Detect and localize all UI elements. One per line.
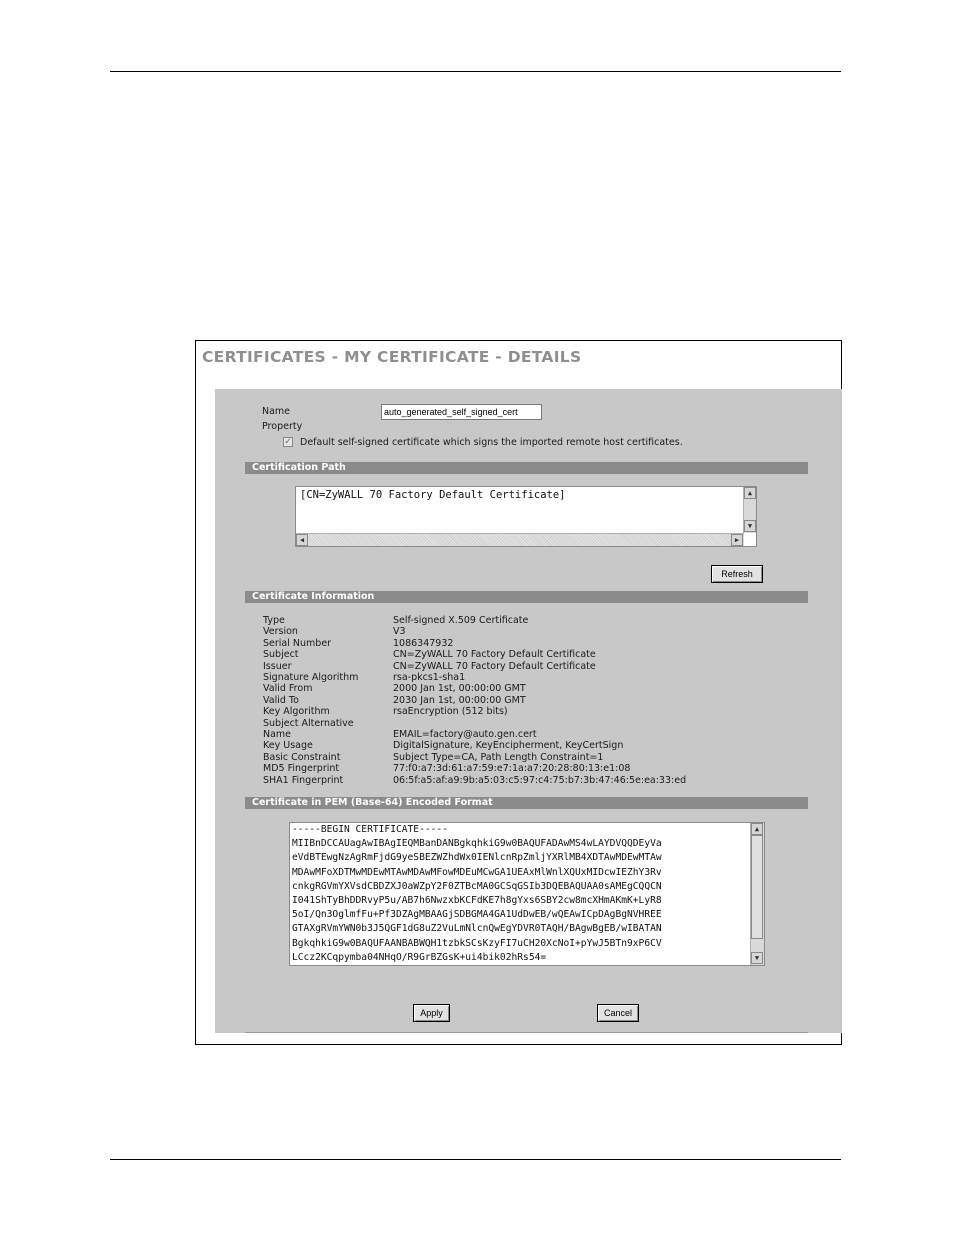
pem-line: LCcz2KCqpymba04NHqO/R9GrBZGsK+ui4bik02hR…: [292, 951, 547, 963]
info-key: SHA1 Fingerprint: [263, 774, 344, 786]
scroll-up-icon[interactable]: ▲: [744, 487, 756, 499]
pem-line: BgkqhkiG9w0BAQUFAANBABWQH1tzbkSCsKzyFI7u…: [292, 937, 662, 949]
pem-line: -----BEGIN CERTIFICATE-----: [292, 824, 448, 835]
info-row: Key Algorithm rsaEncryption (512 bits): [263, 706, 823, 718]
scroll-down-icon[interactable]: ▼: [751, 952, 763, 964]
name-field[interactable]: auto_generated_self_signed_cert: [381, 404, 542, 420]
path-vertical-scrollbar[interactable]: ▲ ▼: [743, 487, 756, 533]
scroll-right-icon[interactable]: ▶: [731, 534, 743, 546]
info-value: rsaEncryption (512 bits): [393, 706, 508, 718]
certification-path-list[interactable]: [CN=ZyWALL 70 Factory Default Certificat…: [295, 486, 757, 547]
pem-content: -----BEGIN CERTIFICATE----- MIIBnDCCAUagA…: [292, 823, 748, 965]
property-label: Property: [262, 421, 303, 432]
info-value: CN=ZyWALL 70 Factory Default Certificate: [393, 649, 596, 661]
scroll-up-icon[interactable]: ▲: [751, 823, 763, 835]
pem-line: MIIBnDCCAUagAwIBAgIEQMBanDANBgkqhkiG9w0B…: [292, 838, 662, 850]
certification-path-header: Certification Path: [245, 462, 808, 474]
info-key: Type: [263, 615, 285, 626]
info-row: Version V3: [263, 626, 823, 638]
info-row: Subject CN=ZyWALL 70 Factory Default Cert…: [263, 649, 823, 661]
page-title: CERTIFICATES - MY CERTIFICATE - DETAILS: [202, 348, 582, 366]
pem-textarea[interactable]: -----BEGIN CERTIFICATE----- MIIBnDCCAUagA…: [289, 822, 765, 966]
info-key: MD5 Fingerprint: [263, 763, 340, 775]
screenshot-frame: CERTIFICATES - MY CERTIFICATE - DETAILS …: [195, 340, 842, 1045]
certification-path-entry: [CN=ZyWALL 70 Factory Default Certificat…: [300, 489, 566, 501]
info-key: Subject Alternative: [263, 717, 354, 729]
info-value: Self-signed X.509 Certificate: [393, 615, 529, 626]
header-rule: [110, 71, 841, 72]
info-row: MD5 Fingerprint 77:f0:a7:3d:61:a7:59:e7:1…: [263, 763, 823, 775]
certificate-information-header: Certificate Information: [245, 591, 808, 603]
info-row: SHA1 Fingerprint 06:5f:a5:af:a9:9b:a5:03:…: [263, 775, 823, 787]
action-divider: [245, 1032, 808, 1033]
footer-rule: [110, 1159, 841, 1160]
default-signer-checkbox[interactable]: ✓: [283, 437, 293, 447]
info-key: Version: [263, 626, 298, 638]
details-panel: Name auto_generated_self_signed_cert Pro…: [215, 389, 842, 1033]
pem-line: cnkgRGVmYXVsdCBDZXJ0aWZpY2F0ZTBcMA0GCSqG…: [292, 880, 662, 892]
pem-line: eVdBTEwgNzAgRmFjdG9yeSBEZWZhdWx0IENlcnRp…: [292, 852, 662, 864]
info-key-continued: Name: [263, 728, 292, 740]
info-row: Signature Algorithm rsa-pkcs1-sha1: [263, 672, 823, 684]
info-value: 1086347932: [393, 637, 454, 649]
apply-button[interactable]: Apply: [413, 1004, 450, 1022]
info-key: Valid To: [263, 694, 299, 706]
scroll-thumb[interactable]: [751, 835, 763, 939]
info-row: Valid From 2000 Jan 1st, 00:00:00 GMT: [263, 683, 823, 695]
info-value: DigitalSignature, KeyEncipherment, KeyCe…: [393, 740, 624, 752]
info-value: CN=ZyWALL 70 Factory Default Certificate: [393, 660, 596, 672]
path-horizontal-scrollbar[interactable]: ◀ ▶: [296, 533, 744, 546]
default-signer-label: Default self-signed certificate which si…: [300, 437, 683, 448]
info-value: 06:5f:a5:af:a9:9b:a5:03:c5:97:c4:75:b7:3…: [393, 774, 687, 786]
info-key: Key Algorithm: [263, 706, 330, 718]
pem-line: MDAwMFoXDTMwMDEwMTAwMDAwMFowMDEuMCwGA1UE…: [292, 866, 662, 878]
cancel-button[interactable]: Cancel: [597, 1004, 639, 1022]
info-key: Basic Constraint: [263, 751, 341, 763]
pem-vertical-scrollbar[interactable]: ▲ ▼: [750, 823, 764, 965]
name-label: Name: [262, 406, 291, 417]
info-value: EMAIL=factory@auto.gen.cert: [393, 728, 537, 740]
info-row: Serial Number 1086347932: [263, 638, 823, 650]
pem-header: Certificate in PEM (Base-64) Encoded For…: [245, 797, 808, 809]
refresh-button[interactable]: Refresh: [711, 565, 763, 583]
info-key: Key Usage: [263, 740, 313, 752]
pem-line: I041ShTyBhDDRvyP5u/AB7h6NwzxbKCFdKE7h8gY…: [292, 894, 662, 906]
info-row: Type Self-signed X.509 Certificate: [263, 615, 823, 627]
scroll-left-icon[interactable]: ◀: [296, 534, 308, 546]
info-value: V3: [393, 626, 406, 638]
info-value: 77:f0:a7:3d:61:a7:59:e7:1a:a7:20:28:80:1…: [393, 763, 631, 775]
info-value: rsa-pkcs1-sha1: [393, 672, 466, 683]
info-key: Issuer: [263, 660, 292, 672]
info-value: 2030 Jan 1st, 00:00:00 GMT: [393, 694, 526, 706]
pem-line: 5oI/Qn3OglmfFu+Pf3DZAgMBAAGjSDBGMA4GA1Ud…: [292, 909, 662, 921]
info-value: 2000 Jan 1st, 00:00:00 GMT: [393, 683, 526, 695]
pem-line: GTAXgRVmYWN0b3J5QGF1dG8uZ2VuLmNlcnQwEgYD…: [292, 923, 662, 935]
info-value: Subject Type=CA, Path Length Constraint=…: [393, 751, 604, 763]
info-key: Valid From: [263, 683, 313, 695]
info-key: Serial Number: [263, 637, 332, 649]
info-row: Key Usage DigitalSignature, KeyEncipherme…: [263, 740, 823, 752]
scroll-down-icon[interactable]: ▼: [744, 520, 756, 532]
info-key: Subject: [263, 649, 299, 661]
info-row: Issuer CN=ZyWALL 70 Factory Default Certi…: [263, 661, 823, 673]
info-row: Basic Constraint Subject Type=CA, Path Le…: [263, 752, 823, 764]
info-row: Subject Alternative Name EMAIL=factory@aut…: [263, 717, 823, 740]
info-row: Valid To 2030 Jan 1st, 00:00:00 GMT: [263, 695, 823, 707]
info-key: Signature Algorithm: [263, 672, 359, 683]
